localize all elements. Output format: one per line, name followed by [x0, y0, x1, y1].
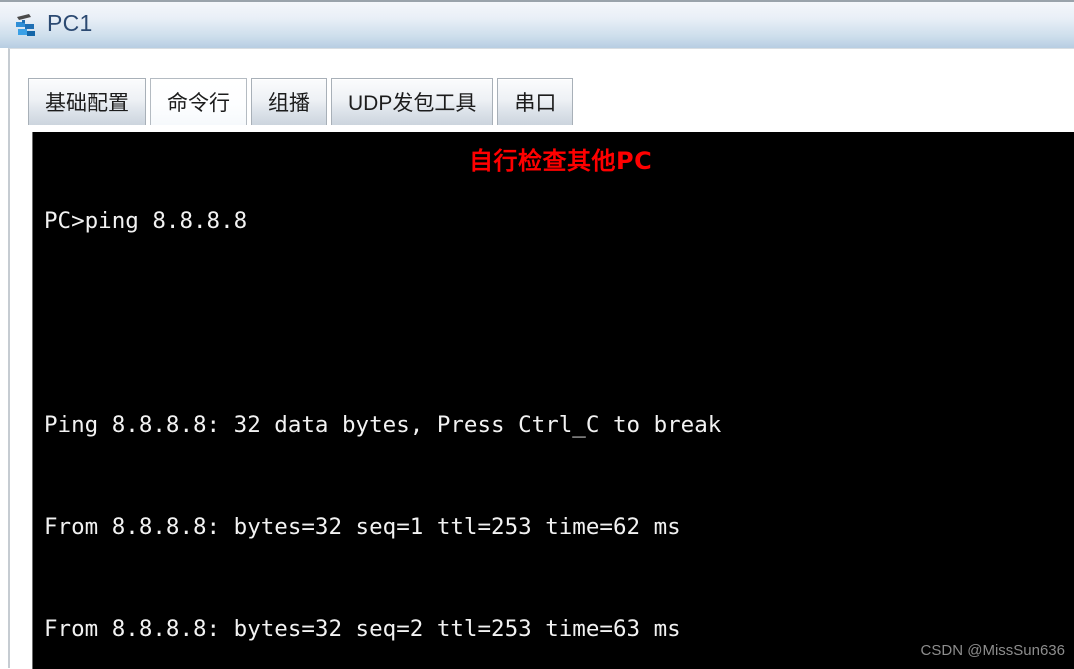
tab-multicast-label: 组播: [268, 92, 310, 115]
watermark: CSDN @MissSun636: [920, 642, 1065, 659]
tab-basic-config[interactable]: 基础配置: [28, 78, 146, 125]
pc1-window: PC1 基础配置 命令行 组播 UDP发包工具 串口 PC>ping 8.8.8…: [0, 0, 1074, 669]
window-title: PC1: [47, 10, 93, 36]
tab-basic-config-label: 基础配置: [45, 92, 129, 115]
terminal-console[interactable]: PC>ping 8.8.8.8 Ping 8.8.8.8: 32 data by…: [32, 132, 1074, 669]
window-titlebar: PC1: [0, 0, 1074, 48]
terminal-line: PC>ping 8.8.8.8: [44, 208, 248, 234]
tab-serial-port-label: 串口: [514, 92, 557, 115]
pc-device-icon: [13, 11, 39, 39]
tab-serial-port[interactable]: 串口: [497, 78, 574, 125]
terminal-line: From 8.8.8.8: bytes=32 seq=2 ttl=253 tim…: [44, 616, 681, 642]
terminal-line: From 8.8.8.8: bytes=32 seq=1 ttl=253 tim…: [44, 514, 681, 540]
terminal-output: PC>ping 8.8.8.8 Ping 8.8.8.8: 32 data by…: [44, 136, 1074, 669]
tab-command-line-label: 命令行: [167, 92, 230, 115]
tab-multicast[interactable]: 组播: [251, 78, 327, 125]
tab-udp-tool[interactable]: UDP发包工具: [331, 78, 494, 125]
tab-command-line[interactable]: 命令行: [150, 78, 247, 125]
tab-udp-tool-label: UDP发包工具: [348, 92, 477, 115]
terminal-line: Ping 8.8.8.8: 32 data bytes, Press Ctrl_…: [44, 412, 722, 438]
tab-strip: 基础配置 命令行 组播 UDP发包工具 串口: [28, 77, 574, 125]
annotation-note: 自行检查其他PC: [469, 147, 653, 175]
